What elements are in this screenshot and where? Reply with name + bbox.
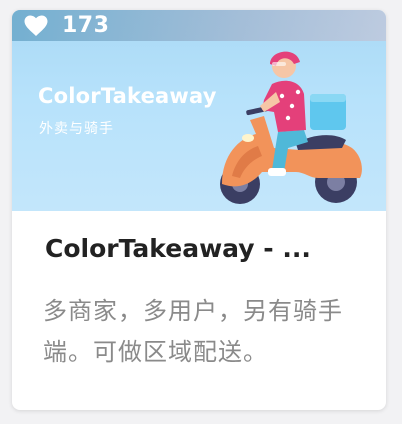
heart-icon[interactable] xyxy=(24,15,48,37)
card-description: 多商家，多用户，另有骑手端。可做区域配送。 xyxy=(43,297,343,366)
banner-subtitle: 外卖与骑手 xyxy=(39,121,114,137)
card-banner: 173 ColorTakeaway 外卖与骑手 xyxy=(12,10,386,211)
like-count: 173 xyxy=(62,13,110,38)
banner-title: ColorTakeaway xyxy=(38,84,217,108)
like-bar: 173 xyxy=(12,10,386,41)
project-card[interactable]: 173 ColorTakeaway 外卖与骑手 ColorTakeaway - … xyxy=(12,10,386,410)
scooter-rider-illustration xyxy=(220,51,362,204)
card-title[interactable]: ColorTakeaway - ... xyxy=(45,234,311,263)
